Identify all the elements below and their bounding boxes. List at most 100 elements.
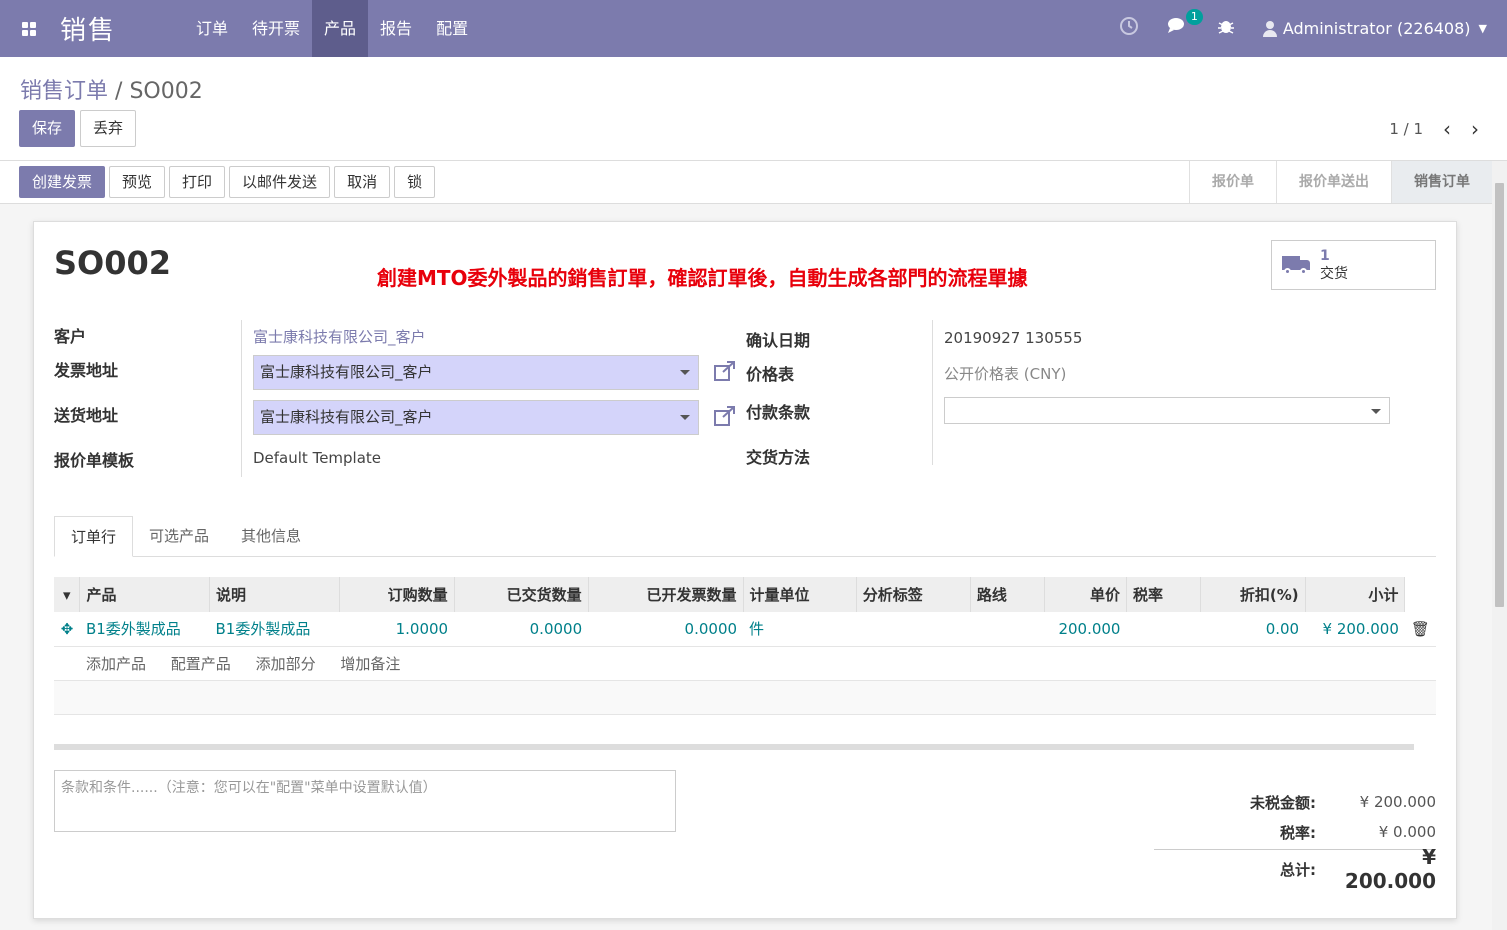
chevron-right-icon[interactable]: › — [1471, 117, 1479, 141]
form-sheet: SO002 創建MTO委外製品的銷售訂單，確認訂單後，自動生成各部門的流程單據 … — [33, 221, 1457, 919]
cell-uom[interactable]: 件 — [743, 612, 857, 647]
stage-sales-order[interactable]: 销售订单 — [1391, 161, 1492, 203]
tab-optional-products[interactable]: 可选产品 — [133, 516, 225, 557]
horizontal-scrollbar[interactable] — [54, 744, 1414, 750]
menu-item-config[interactable]: 配置 — [424, 0, 480, 57]
save-button[interactable]: 保存 — [19, 110, 76, 147]
preview-button[interactable]: 预览 — [109, 166, 166, 198]
invoice-address-select[interactable]: 富士康科技有限公司_客户 — [253, 355, 699, 390]
print-button[interactable]: 打印 — [169, 166, 226, 198]
col-tax[interactable]: 税率 — [1126, 577, 1202, 612]
tab-order-lines[interactable]: 订单行 — [54, 516, 134, 557]
debug-bug-icon[interactable] — [1217, 17, 1235, 40]
stage-quotation-sent[interactable]: 报价单送出 — [1276, 161, 1391, 203]
avatar — [1262, 20, 1277, 37]
external-link-icon[interactable] — [713, 405, 737, 427]
col-delivered-qty[interactable]: 已交货数量 — [454, 577, 589, 612]
cancel-button[interactable]: 取消 — [334, 166, 391, 198]
breadcrumb: 销售订单 / SO002 — [20, 73, 203, 105]
cell-invoiced-qty: 0.0000 — [588, 612, 744, 647]
apps-menu-icon[interactable] — [0, 0, 58, 57]
trash-icon[interactable]: 🗑 — [1404, 612, 1436, 647]
cell-analytic[interactable] — [856, 612, 971, 647]
cell-unit-price[interactable]: 200.000 — [1044, 612, 1127, 647]
app-title: 销售 — [60, 16, 117, 46]
table-row[interactable]: ✥ B1委外製成品 B1委外製成品 1.0000 0.0000 0.0000 件… — [54, 612, 1436, 647]
total-value: ¥ 200.000 — [1344, 845, 1436, 893]
col-description[interactable]: 说明 — [209, 577, 341, 612]
column-divider — [241, 320, 242, 477]
discard-button[interactable]: 丢弃 — [80, 110, 137, 147]
add-note-link[interactable]: 增加备注 — [340, 655, 400, 673]
confirm-date-value: 20190927 130555 — [944, 329, 1083, 347]
pager-value[interactable]: 1 / 1 — [1389, 120, 1423, 138]
order-lines-table: ▾ 产品 说明 订购数量 已交货数量 已开发票数量 计量单位 分析标签 路线 单… — [54, 577, 1436, 715]
status-bar: 创建发票 预览 打印 以邮件发送 取消 锁 报价单 报价单送出 销售订单 — [0, 161, 1492, 204]
col-analytic[interactable]: 分析标签 — [856, 577, 971, 612]
col-unit-price[interactable]: 单价 — [1044, 577, 1127, 612]
breadcrumb-current: SO002 — [129, 79, 203, 104]
col-route[interactable]: 路线 — [970, 577, 1046, 612]
chat-icon[interactable]: 1 — [1167, 9, 1203, 40]
template-value[interactable]: Default Template — [253, 449, 381, 467]
main-menu: 订单 待开票 产品 报告 配置 — [184, 0, 480, 57]
col-uom[interactable]: 计量单位 — [743, 577, 857, 612]
sort-caret-icon[interactable]: ▾ — [54, 577, 81, 612]
payment-terms-select[interactable] — [944, 397, 1390, 424]
stage-quotation[interactable]: 报价单 — [1189, 161, 1276, 203]
customer-label: 客户 — [54, 327, 87, 346]
menu-item-products[interactable]: 产品 — [312, 0, 369, 57]
cell-tax[interactable] — [1126, 612, 1201, 647]
create-invoice-button[interactable]: 创建发票 — [19, 166, 106, 198]
delivery-smart-button[interactable]: 1 交货 — [1271, 240, 1436, 290]
terms-notes-textarea[interactable]: 条款和条件......（注意：您可以在"配置"菜单中设置默认值） — [54, 770, 676, 832]
untaxed-label: 未税金额: — [1250, 793, 1316, 812]
caret-down-icon — [1371, 409, 1381, 414]
chevron-down-icon: ▼ — [1478, 22, 1487, 35]
chevron-left-icon[interactable]: ‹ — [1443, 117, 1451, 141]
cell-discount[interactable]: 0.00 — [1200, 612, 1306, 647]
shipping-address-select[interactable]: 富士康科技有限公司_客户 — [253, 400, 699, 435]
customer-value[interactable]: 富士康科技有限公司_客户 — [253, 326, 426, 347]
user-menu[interactable]: Administrator (226408) ▼ — [1262, 19, 1487, 38]
configure-product-link[interactable]: 配置产品 — [171, 655, 231, 673]
drag-handle-icon[interactable]: ✥ — [54, 612, 80, 647]
tab-other-info[interactable]: 其他信息 — [225, 516, 317, 557]
menu-item-reports[interactable]: 报告 — [368, 0, 424, 57]
breadcrumb-parent[interactable]: 销售订单 — [20, 79, 108, 104]
annotation-text: 創建MTO委外製品的銷售訂單，確認訂單後，自動生成各部門的流程單據 — [377, 266, 1028, 290]
menu-item-orders[interactable]: 订单 — [184, 0, 240, 57]
stage-pipeline: 报价单 报价单送出 销售订单 — [1189, 161, 1492, 204]
col-subtotal[interactable]: 小计 — [1305, 577, 1406, 612]
cell-product[interactable]: B1委外製成品 — [79, 612, 210, 647]
lock-button[interactable]: 锁 — [394, 166, 436, 198]
delivery-label: 交货 — [1320, 266, 1348, 282]
external-link-icon[interactable] — [713, 360, 737, 382]
delivery-count: 1 — [1320, 248, 1330, 264]
invoice-address-label: 发票地址 — [54, 361, 119, 380]
col-product[interactable]: 产品 — [79, 577, 210, 612]
pricelist-value[interactable]: 公开价格表 (CNY) — [944, 363, 1066, 384]
add-section-link[interactable]: 添加部分 — [256, 655, 316, 673]
cell-description[interactable]: B1委外製成品 — [209, 612, 340, 647]
caret-down-icon — [680, 415, 690, 420]
total-label: 总计: — [1280, 860, 1316, 879]
empty-row — [54, 680, 1436, 715]
col-discount[interactable]: 折扣(%) — [1200, 577, 1306, 612]
scrollbar[interactable] — [1492, 161, 1507, 930]
cell-ordered-qty[interactable]: 1.0000 — [339, 612, 455, 647]
payment-terms-label: 付款条款 — [746, 403, 811, 422]
send-email-button[interactable]: 以邮件发送 — [229, 166, 331, 198]
user-name: Administrator (226408) — [1282, 19, 1471, 38]
col-ordered-qty[interactable]: 订购数量 — [339, 577, 455, 612]
truck-icon — [1282, 254, 1312, 276]
col-invoiced-qty[interactable]: 已开发票数量 — [588, 577, 744, 612]
scrollbar-thumb[interactable] — [1495, 183, 1504, 607]
activity-clock-icon[interactable] — [1119, 16, 1139, 41]
cell-route[interactable] — [970, 612, 1045, 647]
menu-item-to-invoice[interactable]: 待开票 — [240, 0, 312, 57]
notes-placeholder: 条款和条件......（注意：您可以在"配置"菜单中设置默认值） — [61, 780, 437, 796]
cell-delivered-qty[interactable]: 0.0000 — [454, 612, 589, 647]
delivery-method-label: 交货方法 — [746, 448, 811, 467]
add-product-link[interactable]: 添加产品 — [86, 655, 146, 673]
